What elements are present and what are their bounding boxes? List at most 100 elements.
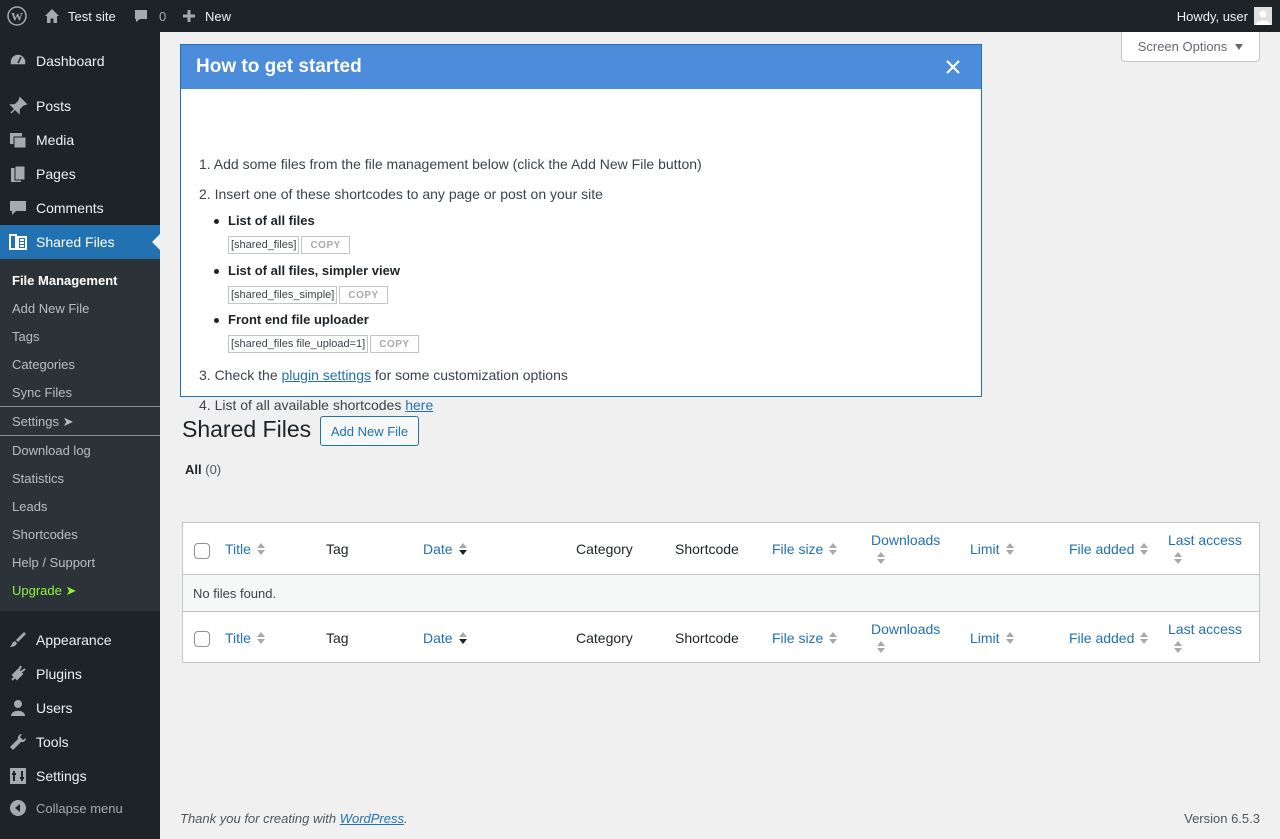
sort-icon xyxy=(1140,541,1149,557)
filter-all-link[interactable]: All xyxy=(185,462,202,477)
sort-icon xyxy=(256,630,266,646)
sort-icon xyxy=(256,541,266,557)
menu-item-settings[interactable]: Settings xyxy=(0,759,160,793)
new-label: New xyxy=(205,8,232,24)
add-new-file-button[interactable]: Add New File xyxy=(320,416,419,446)
step-4: 4. List of all available shortcodes here xyxy=(199,397,434,413)
submenu-download-log[interactable]: Download log xyxy=(12,443,91,458)
admin-sidebar: Dashboard Posts Media Pages Comments Sha… xyxy=(0,32,160,839)
sort-icon xyxy=(458,541,468,557)
column-limit[interactable]: Limit xyxy=(970,612,1015,664)
column-tag: Tag xyxy=(326,541,349,557)
submenu-sync-files[interactable]: Sync Files xyxy=(12,385,72,400)
sort-icon xyxy=(829,541,838,557)
screen-options-button[interactable]: Screen Options xyxy=(1121,32,1260,62)
submenu-upgrade[interactable]: Upgrade ➤ xyxy=(12,583,76,599)
menu-item-posts[interactable]: Posts xyxy=(0,89,160,123)
copy-button[interactable]: COPY xyxy=(370,335,419,353)
pin-icon xyxy=(0,96,36,116)
menu-item-media[interactable]: Media xyxy=(0,123,160,157)
files-table: Title Tag Date Category Shortcode File s… xyxy=(182,522,1260,663)
sort-icon xyxy=(877,639,886,655)
site-name: Test site xyxy=(68,8,116,24)
avatar xyxy=(1254,7,1272,25)
column-file-added[interactable]: File added xyxy=(1069,612,1149,664)
admin-bar: W Test site 0 New Howdy, user xyxy=(0,0,1280,32)
submenu-categories[interactable]: Categories xyxy=(12,357,75,372)
empty-table-message: No files found. xyxy=(183,575,1259,611)
collapse-menu-button[interactable]: Collapse menu xyxy=(0,791,160,825)
wordpress-link[interactable]: WordPress xyxy=(340,811,404,826)
copy-button[interactable]: COPY xyxy=(301,236,350,254)
step-1: 1. Add some files from the file manageme… xyxy=(199,156,702,172)
submenu-divider xyxy=(0,406,160,407)
menu-item-comments[interactable]: Comments xyxy=(0,191,160,225)
shortcode-text: [shared_files] xyxy=(228,236,300,254)
submenu-add-new-file[interactable]: Add New File xyxy=(12,301,89,316)
table-header-row: Title Tag Date Category Shortcode File s… xyxy=(183,523,1259,575)
menu-item-pages[interactable]: Pages xyxy=(0,157,160,191)
column-title[interactable]: Title xyxy=(225,612,266,664)
step-2: 2. Insert one of these shortcodes to any… xyxy=(199,186,603,202)
submenu-statistics[interactable]: Statistics xyxy=(12,471,64,486)
bullet xyxy=(214,318,219,323)
sort-icon xyxy=(829,630,838,646)
comment-icon xyxy=(0,198,36,218)
settings-icon xyxy=(0,766,36,786)
shortcode-row: [shared_files file_upload=1] COPY xyxy=(228,335,419,353)
page-title: Shared Files xyxy=(182,416,312,442)
plug-icon xyxy=(0,664,36,684)
screen-options-label: Screen Options xyxy=(1137,39,1228,54)
submenu-settings[interactable]: Settings ➤ xyxy=(12,414,73,430)
submenu-help-support[interactable]: Help / Support xyxy=(12,555,95,570)
shortcode-row: [shared_files_simple] COPY xyxy=(228,286,388,304)
column-last-access[interactable]: Last access xyxy=(1168,612,1242,664)
comment-icon xyxy=(133,8,149,24)
column-file-added[interactable]: File added xyxy=(1069,523,1149,575)
column-title[interactable]: Title xyxy=(225,523,266,575)
menu-item-dashboard[interactable]: Dashboard xyxy=(0,44,160,78)
dashboard-icon xyxy=(0,51,36,71)
menu-item-plugins[interactable]: Plugins xyxy=(0,657,160,691)
shortcode-title: List of all files xyxy=(228,213,315,228)
shortcode-title: List of all files, simpler view xyxy=(228,263,400,278)
shortcodes-here-link[interactable]: here xyxy=(405,397,433,413)
select-all-checkbox[interactable] xyxy=(194,543,210,559)
footer-thanks: Thank you for creating with WordPress. xyxy=(180,811,408,826)
column-downloads[interactable]: Downloads xyxy=(871,612,940,664)
submenu-leads[interactable]: Leads xyxy=(12,499,47,514)
new-content-link[interactable]: New xyxy=(181,0,231,32)
home-icon xyxy=(44,8,60,24)
submenu-file-management[interactable]: File Management xyxy=(12,273,117,288)
table-footer-row: Title Tag Date Category Shortcode File s… xyxy=(183,611,1259,662)
sort-icon xyxy=(1140,630,1149,646)
plugin-settings-link[interactable]: plugin settings xyxy=(282,367,372,383)
comments-link[interactable]: 0 xyxy=(133,0,166,32)
select-all-checkbox[interactable] xyxy=(194,631,210,647)
bullet xyxy=(214,269,219,274)
close-icon[interactable] xyxy=(943,57,963,77)
column-last-access[interactable]: Last access xyxy=(1168,523,1242,575)
column-file-size[interactable]: File size xyxy=(772,523,838,575)
menu-item-appearance[interactable]: Appearance xyxy=(0,623,160,657)
column-tag: Tag xyxy=(326,630,349,646)
wordpress-logo-icon[interactable]: W xyxy=(7,0,27,32)
getting-started-box: How to get started 1. Add some files fro… xyxy=(180,44,982,413)
column-file-size[interactable]: File size xyxy=(772,612,838,664)
my-account-link[interactable]: Howdy, user xyxy=(1177,0,1272,32)
copy-button[interactable]: COPY xyxy=(339,286,388,304)
submenu-shortcodes[interactable]: Shortcodes xyxy=(12,527,78,542)
menu-item-tools[interactable]: Tools xyxy=(0,725,160,759)
menu-item-users[interactable]: Users xyxy=(0,691,160,725)
site-name-link[interactable]: Test site xyxy=(44,0,116,32)
submenu-divider xyxy=(0,435,160,436)
column-date[interactable]: Date xyxy=(423,612,468,664)
shortcode-row: [shared_files] COPY xyxy=(228,236,350,254)
menu-item-shared-files[interactable]: Shared Files xyxy=(0,225,160,259)
column-category: Category xyxy=(576,541,633,557)
column-limit[interactable]: Limit xyxy=(970,523,1015,575)
column-date[interactable]: Date xyxy=(423,523,468,575)
collapse-icon xyxy=(0,798,36,818)
submenu-tags[interactable]: Tags xyxy=(12,329,39,344)
column-downloads[interactable]: Downloads xyxy=(871,523,940,575)
